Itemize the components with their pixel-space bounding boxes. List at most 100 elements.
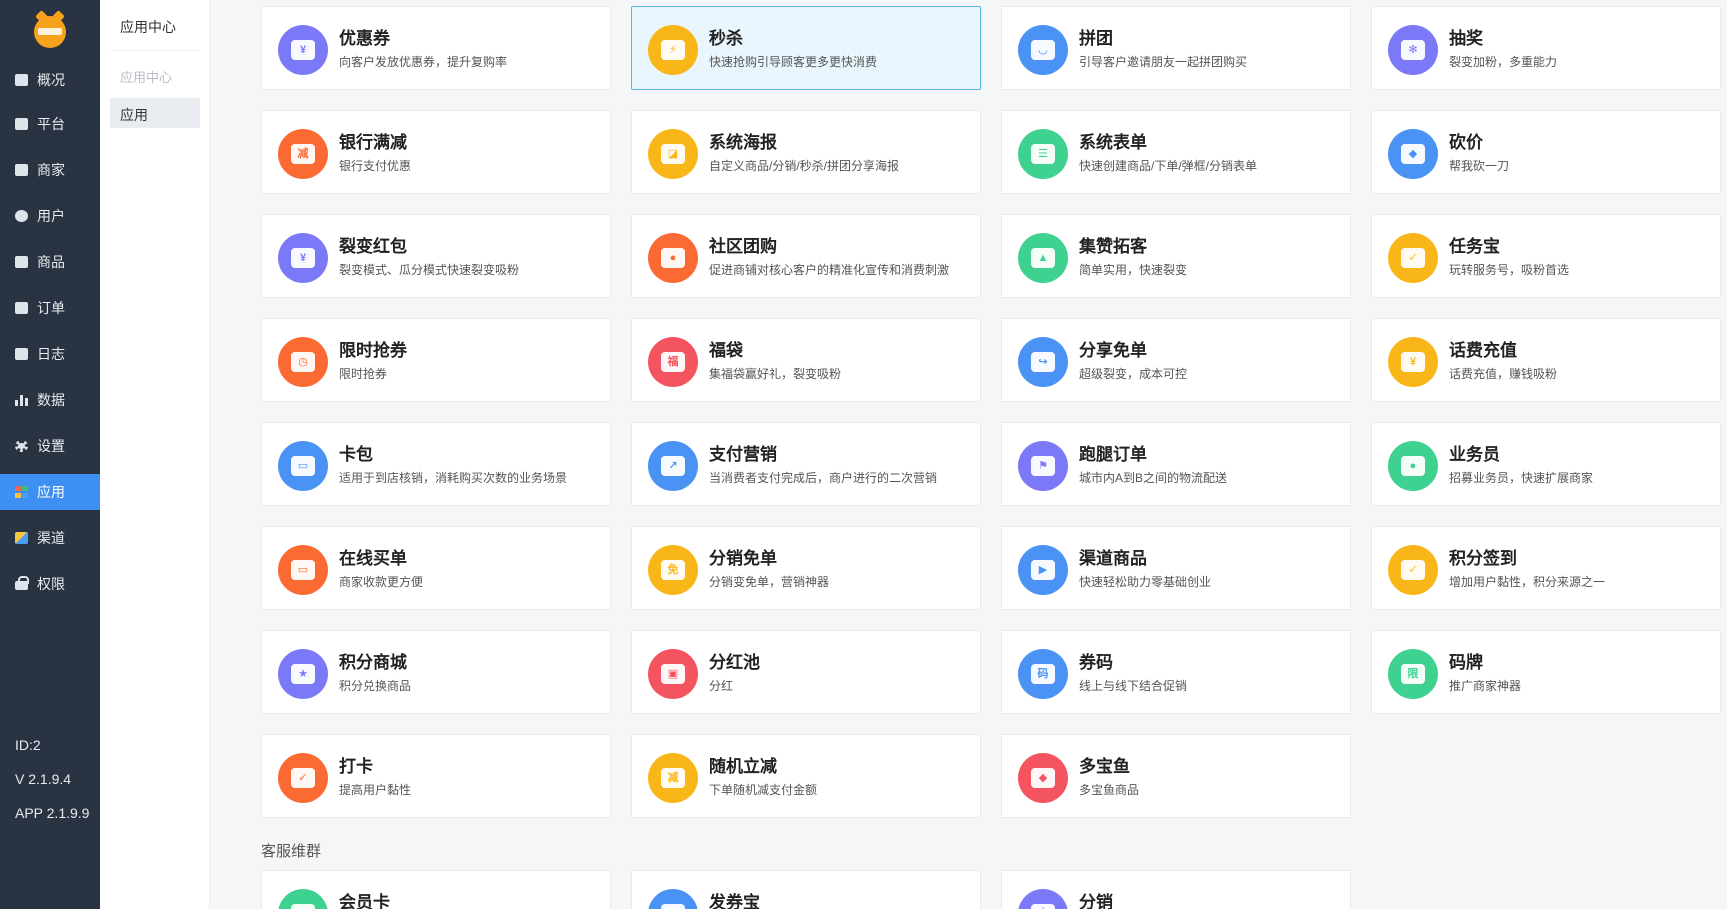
nav-item-label: 平台 [37,116,65,132]
payment-growth-icon: ↗ [648,441,698,491]
app-card[interactable]: ¥ 裂变红包裂变模式、瓜分模式快速裂变吸粉 [261,214,611,298]
app-card[interactable]: ✻ 抽奖 裂变加粉，多重能力 [1371,6,1721,90]
app-card[interactable]: ◪ 系统海报 自定义商品/分销/秒杀/拼团分享海报 [631,110,981,194]
nav-item-9[interactable]: 应用 [0,474,100,510]
log-icon [15,348,28,360]
nav-item-2[interactable]: 商家 [0,152,100,188]
app-card[interactable]: ▶ 渠道商品 快速轻松助力零基础创业 [1001,526,1351,610]
app-card[interactable]: ▲ 集赞拓客 简单实用，快速裂变 [1001,214,1351,298]
app-card[interactable]: ▭ 卡包 适用于到店核销，消耗购买次数的业务场景 [261,422,611,506]
icon-glyph: ▭ [291,560,315,580]
red-envelope-icon: ¥ [278,233,328,283]
app-card[interactable]: 限 码牌 推广商家神器 [1371,630,1721,714]
app-card-title: 打卡 [339,757,373,776]
app-window: 概况 平台 商家 用户 商品 订单 日志 数据 设置 应用 渠道 权限 ID:2 V 2.1.9.4 … [0,0,1727,909]
app-card-description: 线上与线下结合促销 [1079,679,1188,693]
points-mall-icon: ★ [278,649,328,699]
nav-item-1[interactable]: 平台 [0,106,100,142]
app-card[interactable]: 减 随机立减 下单随机减支付金额 [631,734,981,818]
app-card-title: 多宝鱼 [1079,757,1130,776]
app-card[interactable]: ✓ 打卡 提高用户黏性 [261,734,611,818]
app-card[interactable]: ◆ 多宝鱼 多宝鱼商品 [1001,734,1351,818]
thumbs-up-icon: ▲ [1018,233,1068,283]
app-card-description: 增加用户黏性，积分来源之一 [1449,575,1606,589]
app-card[interactable]: ↗ 支付营销 当消费者支付完成后，商户进行的二次营销 [631,422,981,506]
icon-glyph: ● [1401,456,1425,476]
app-card[interactable]: ▤ 发券宝 [631,870,981,909]
app-card[interactable]: ✓ 积分签到 增加用户黏性，积分来源之一 [1371,526,1721,610]
app-card-title: 支付营销 [709,445,777,464]
app-card-description: 帮我砍一刀 [1449,159,1510,173]
app-card-title: 积分商城 [339,653,407,672]
app-card[interactable]: 福 福袋 集福袋赢好礼，裂变吸粉 [631,318,981,402]
app-card-title: 裂变红包 [339,237,407,256]
nav-item-8[interactable]: 设置 [0,428,100,464]
card-wallet-icon: ▭ [278,441,328,491]
icon-glyph: ✓ [1401,248,1425,268]
app-card[interactable]: ¥ 话费充值 话费充值，赚钱吸粉 [1371,318,1721,402]
timer-icon: ◷ [278,337,328,387]
app-card-description: 提高用户黏性 [339,783,412,797]
nav-item-label: 权限 [37,576,65,592]
app-card[interactable]: 码 券码 线上与线下结合促销 [1001,630,1351,714]
app-card[interactable]: ▣ 分红池 分红 [631,630,981,714]
goods-icon [15,256,28,268]
nav-item-6[interactable]: 日志 [0,336,100,372]
app-card-description: 银行支付优惠 [339,159,412,173]
app-card[interactable]: ★ 积分商城 积分兑换商品 [261,630,611,714]
app-card[interactable]: ● 社区团购 促进商铺对核心客户的精准化宣传和消费刺激 [631,214,981,298]
app-card[interactable]: ⚡ 秒杀 快速抢购引导顾客更多更快消费 [631,6,981,90]
app-card-title: 积分签到 [1449,549,1517,568]
app-card-description: 推广商家神器 [1449,679,1522,693]
nav-item-5[interactable]: 订单 [0,290,100,326]
cube-icon [15,532,28,544]
app-card-title: 分红池 [709,653,760,672]
nav-item-label: 设置 [37,438,65,454]
app-card[interactable]: ⚑ 跑腿订单 城市内A到B之间的物流配送 [1001,422,1351,506]
app-card[interactable]: 减 银行满减 银行支付优惠 [261,110,611,194]
icon-glyph: ┼ [1031,904,1055,909]
sub-sidebar-group-label: 应用中心 [120,70,173,85]
nav-item-4[interactable]: 商品 [0,244,100,280]
app-card-description: 超级裂变，成本可控 [1079,367,1188,381]
voucher-code-icon: 码 [1018,649,1068,699]
app-card[interactable]: ☰ 系统表单 快速创建商品/下单/弹框/分销表单 [1001,110,1351,194]
brand-logo[interactable] [34,16,66,48]
nav-item-3[interactable]: 用户 [0,198,100,234]
app-card-description: 快速轻松助力零基础创业 [1079,575,1212,589]
app-card[interactable]: ◡ 拼团 引导客户邀请朋友一起拼团购买 [1001,6,1351,90]
app-card[interactable]: ◆ 砍价 帮我砍一刀 [1371,110,1721,194]
app-card[interactable]: 免 分销免单 分销变免单，营销神器 [631,526,981,610]
app-card-description: 裂变模式、瓜分模式快速裂变吸粉 [339,263,520,277]
app-card[interactable]: ✓ 任务宝 玩转服务号，吸粉首选 [1371,214,1721,298]
app-card-description: 适用于到店核销，消耗购买次数的业务场景 [339,471,568,485]
app-card-description: 裂变加粉，多重能力 [1449,55,1558,69]
app-card[interactable]: ▬ 会员卡 [261,870,611,909]
nav-item-7[interactable]: 数据 [0,382,100,418]
icon-glyph: ▭ [291,456,315,476]
app-card-title: 分享免单 [1079,341,1147,360]
nav-item-11[interactable]: 权限 [0,566,100,602]
flash-sale-icon: ⚡ [648,25,698,75]
app-card-description: 招募业务员，快速扩展商家 [1449,471,1594,485]
nav-item-label: 日志 [37,346,65,362]
app-card-title: 话费充值 [1449,341,1517,360]
user-icon [15,210,28,222]
lottery-wheel-icon: ✻ [1388,25,1438,75]
nav-item-10[interactable]: 渠道 [0,520,100,556]
app-card[interactable]: ◷ 限时抢券 限时抢券 [261,318,611,402]
app-card[interactable]: ● 业务员 招募业务员，快速扩展商家 [1371,422,1721,506]
nav-item-0[interactable]: 概况 [0,62,100,98]
icon-glyph: 免 [661,560,685,580]
icon-glyph: 限 [1401,664,1425,684]
app-card[interactable]: ▭ 在线买单 商家收款更方便 [261,526,611,610]
store-icon [15,164,28,176]
app-card[interactable]: ↪ 分享免单 超级裂变，成本可控 [1001,318,1351,402]
app-card[interactable]: ┼ 分销 [1001,870,1351,909]
app-grid: ¥ 优惠券 向客户发放优惠券，提升复购率 ⚡ 秒杀 快速抢购引导顾客更多更快消费 ◡ 拼团 引导… [210,0,1727,909]
app-card-description: 分红 [709,679,734,693]
app-card-title: 集赞拓客 [1079,237,1147,256]
app-card[interactable]: ¥ 优惠券 向客户发放优惠券，提升复购率 [261,6,611,90]
sub-sidebar-item-apps[interactable]: 应用 [110,98,200,128]
app-card-description: 城市内A到B之间的物流配送 [1079,471,1228,485]
